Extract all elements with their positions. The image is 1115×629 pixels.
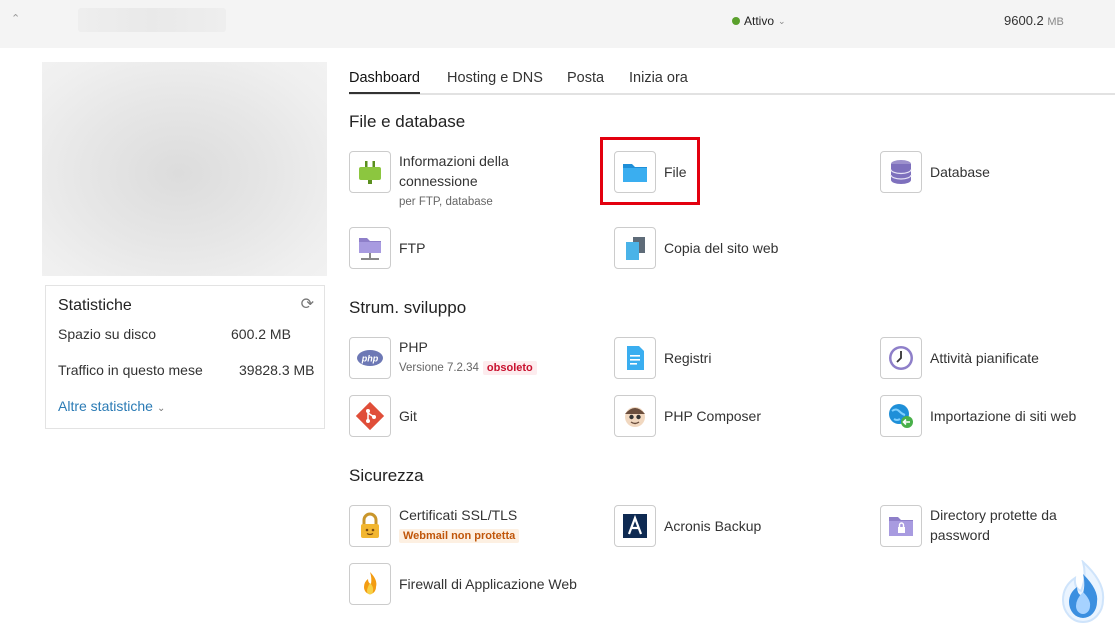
ssl-label: Certificati SSL/TLS: [399, 507, 518, 523]
website-copy-label: Copia del sito web: [664, 240, 779, 256]
protected-directories-label-1: Directory protette da: [930, 507, 1057, 523]
git-label: Git: [399, 408, 417, 424]
tab-inizia-ora[interactable]: Inizia ora: [629, 70, 688, 92]
section-title-files: File e database: [349, 112, 466, 131]
acronis-icon: [614, 505, 656, 547]
status-label: Attivo: [744, 14, 775, 28]
php-icon: php: [349, 337, 391, 379]
copy-site-icon: [614, 227, 656, 269]
refresh-icon[interactable]: ⟳: [301, 294, 314, 314]
web-app-firewall-label: Firewall di Applicazione Web: [399, 576, 577, 592]
disk-usage-value: 9600.2: [1004, 13, 1044, 28]
stat-label-traffic: Traffico in questo mese: [58, 362, 203, 378]
connection-info-sub: per FTP, database: [399, 196, 493, 208]
tab-dashboard[interactable]: Dashboard: [349, 70, 420, 94]
ftp-label: FTP: [399, 240, 426, 256]
blurred-domain-name: [78, 8, 226, 32]
logs-label: Registri: [664, 350, 712, 366]
site-import-label: Importazione di siti web: [930, 408, 1077, 424]
log-file-icon: [614, 337, 656, 379]
svg-text:php: php: [361, 354, 379, 364]
flame-icon: [349, 563, 391, 605]
obsolete-badge: obsoleto: [482, 361, 537, 375]
more-statistics-label: Altre statistiche: [58, 398, 153, 414]
watermark-flame-icon: [1052, 558, 1114, 624]
php-composer-label: PHP Composer: [664, 408, 762, 424]
chevron-down-icon: ⌄: [778, 15, 786, 26]
ftp-folder-icon: [349, 227, 391, 269]
statistics-panel: Statistiche ⟳ Spazio su disco 600.2 MB T…: [45, 285, 325, 429]
lock-icon: [349, 505, 391, 547]
status-dot-icon: [732, 17, 740, 25]
php-label: PHP: [399, 339, 428, 355]
section-title-dev-tools: Strum. sviluppo: [349, 298, 467, 317]
database-label: Database: [930, 164, 990, 180]
composer-icon: [614, 395, 656, 437]
section-title-security: Sicurezza: [349, 466, 424, 485]
chevron-down-icon: ⌄: [156, 403, 166, 414]
webmail-unprotected-badge: Webmail non protetta: [399, 529, 520, 543]
status-dropdown[interactable]: Attivo ⌄: [732, 14, 786, 28]
database-icon: [880, 151, 922, 193]
more-statistics-link[interactable]: Altre statistiche ⌄: [58, 398, 165, 414]
php-version-line: Versione 7.2.34 obsoleto: [399, 361, 537, 375]
plug-icon: [349, 151, 391, 193]
acronis-backup-label: Acronis Backup: [664, 518, 762, 534]
stat-label-disk: Spazio su disco: [58, 326, 157, 342]
protected-directories-label-2: password: [930, 527, 990, 543]
globe-import-icon: [880, 395, 922, 437]
tab-hosting-dns[interactable]: Hosting e DNS: [447, 70, 543, 92]
site-preview-thumbnail[interactable]: [42, 62, 327, 276]
disk-usage: 9600.2 MB: [1004, 13, 1064, 28]
stat-value-traffic: 39828.3 MB: [239, 362, 315, 378]
connection-info-label-2: connessione: [399, 173, 478, 189]
ssl-badge-line: Webmail non protetta: [399, 529, 520, 543]
protected-folder-icon: [880, 505, 922, 547]
statistics-title: Statistiche: [58, 297, 132, 314]
tab-posta[interactable]: Posta: [567, 70, 604, 92]
tab-bar: Dashboard Hosting e DNS Posta Inizia ora: [349, 70, 1115, 95]
connection-info-label-1: Informazioni della: [399, 153, 509, 169]
disk-usage-unit: MB: [1047, 16, 1064, 28]
top-bar: ⌃ Attivo ⌄ 9600.2 MB: [0, 0, 1115, 48]
file-highlight-box: [600, 137, 700, 205]
chevron-up-icon[interactable]: ⌃: [11, 12, 20, 25]
stat-value-disk: 600.2 MB: [231, 326, 291, 342]
scheduled-tasks-label: Attività pianificate: [930, 350, 1039, 366]
clock-icon: [880, 337, 922, 379]
php-version: Versione 7.2.34: [399, 362, 479, 374]
git-icon: [349, 395, 391, 437]
